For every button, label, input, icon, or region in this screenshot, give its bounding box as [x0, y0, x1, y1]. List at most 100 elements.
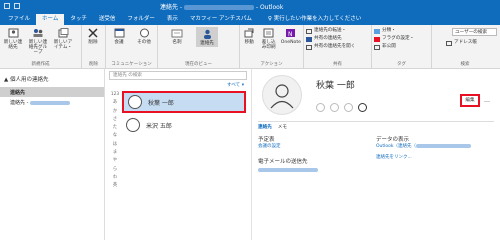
letter-item[interactable]: た	[109, 124, 121, 132]
letter-item[interactable]: か	[109, 108, 121, 116]
email-label: 電子メールの送信先	[258, 159, 308, 165]
more-options-button[interactable]: …	[484, 97, 490, 104]
private-button[interactable]: 非公開	[374, 43, 429, 51]
forward-icon	[306, 28, 312, 34]
new-contact-group-button[interactable]: 新しい連絡先グループ	[27, 27, 49, 55]
avatar	[262, 75, 302, 115]
more-comm-button[interactable]: その他	[133, 27, 155, 45]
undo-icon[interactable]	[14, 3, 20, 9]
contact-card-akiba[interactable]: 秋葉 一郎	[122, 91, 246, 113]
window-title: 連絡先 - - Outlook	[160, 4, 284, 11]
mail-merge-icon	[263, 27, 275, 38]
phone-icon[interactable]	[330, 103, 339, 112]
quick-actions	[316, 103, 367, 112]
category-icon	[374, 28, 380, 34]
letter-item[interactable]: 123	[109, 91, 121, 99]
tab-memo[interactable]: メモ	[278, 124, 287, 130]
business-card-icon	[171, 27, 183, 38]
tell-me-box[interactable]: ♀ 実行したい作業を入力してください	[268, 14, 361, 25]
letter-item[interactable]: あ	[109, 99, 121, 107]
tab-send-receive[interactable]: 送受信	[93, 14, 122, 25]
tab-contact[interactable]: 連絡先	[258, 124, 272, 130]
group-communication: 会議 その他 コミュニケーション	[106, 25, 158, 68]
tab-folder[interactable]: フォルダー	[121, 14, 161, 25]
new-items-icon	[57, 27, 69, 38]
address-book-icon	[446, 40, 452, 46]
avatar	[128, 95, 142, 109]
categorize-button[interactable]: 分類・	[374, 27, 429, 35]
letter-item[interactable]: な	[109, 132, 121, 140]
move-icon	[243, 27, 255, 38]
globe-icon	[138, 27, 150, 38]
tab-view[interactable]: 表示	[161, 14, 184, 25]
follow-up-button[interactable]: フラグの設定・	[374, 35, 429, 43]
title-bar: 連絡先 - - Outlook	[0, 0, 500, 12]
email-icon[interactable]	[358, 103, 367, 112]
view-contact-button[interactable]: 連絡先	[196, 27, 218, 47]
contact-card-icon	[7, 27, 19, 38]
open-shared-contacts-button[interactable]: 共有の連絡先を開く	[306, 43, 369, 51]
filter-all-dropdown[interactable]: すべて ▾	[227, 82, 244, 88]
people-icon	[32, 27, 44, 38]
shared-contacts-button[interactable]: 共有の連絡先	[306, 35, 369, 43]
address-book-button[interactable]: アドレス帳	[446, 39, 496, 47]
folder-contacts-2[interactable]: 連絡先 -	[0, 97, 104, 107]
detail-tabs: 連絡先 メモ	[258, 124, 287, 130]
my-contacts-header[interactable]: ▲ 個人用の連絡先	[0, 75, 104, 83]
view-source-label: データの表示	[376, 137, 410, 143]
person-icon	[201, 28, 213, 39]
video-icon[interactable]	[344, 103, 353, 112]
folder-contacts[interactable]: 連絡先	[0, 87, 104, 97]
letter-item[interactable]: さ	[109, 116, 121, 124]
email-address[interactable]	[258, 166, 318, 173]
calendar-icon	[113, 27, 125, 38]
contact-search-input[interactable]: 連絡先 の検索	[109, 71, 247, 80]
tab-home[interactable]: ホーム	[36, 14, 65, 25]
lock-icon	[374, 44, 380, 50]
new-contact-button[interactable]: 新しい連絡先	[2, 27, 24, 55]
source-folder-link[interactable]: Outlook（連絡先（	[376, 143, 472, 149]
divider	[258, 121, 494, 122]
ribbon: 新しい連絡先 新しい連絡先グループ 新しいアイテム・ 新規作成 削除 削除 会議…	[0, 25, 500, 69]
save-icon[interactable]	[4, 3, 10, 9]
meeting-button[interactable]: 会議	[108, 27, 130, 45]
group-delete: 削除 削除	[82, 25, 106, 68]
letter-item[interactable]: は	[109, 141, 121, 149]
tab-file[interactable]: ファイル	[2, 14, 36, 25]
letter-item[interactable]: ら	[109, 166, 121, 174]
schedule-meeting-link[interactable]: 会議の設定	[258, 143, 281, 149]
contact-card-yonezawa[interactable]: 米沢 五郎	[122, 114, 246, 136]
contact-list: 連絡先 の検索 すべて ▾ 123 あ か さ た な は ま や ら わ 英 …	[105, 69, 252, 240]
edit-button[interactable]: 編集	[460, 94, 480, 107]
forward-contact-button[interactable]: 連絡先の転送・	[306, 27, 369, 35]
group-new: 新しい連絡先 新しい連絡先グループ 新しいアイテム・ 新規作成	[0, 25, 82, 68]
tab-touch[interactable]: タッチ	[64, 14, 93, 25]
quick-access-toolbar	[4, 3, 20, 9]
link-contacts-link[interactable]: 連絡先をリンク...	[376, 154, 412, 160]
share-icon	[306, 36, 312, 42]
mail-merge-button[interactable]: 差し込み印刷	[260, 27, 278, 50]
onenote-button[interactable]: N OneNote	[281, 27, 301, 50]
tab-mcafee[interactable]: マカフィー アンチスパム	[184, 14, 258, 25]
open-icon	[306, 44, 312, 50]
chat-icon[interactable]	[316, 103, 325, 112]
flag-icon	[374, 36, 380, 42]
svg-text:N: N	[288, 31, 293, 38]
search-people-input[interactable]: ユーザーの検索	[452, 28, 497, 36]
letter-index: 123 あ か さ た な は ま や ら わ 英	[109, 91, 121, 191]
onenote-icon: N	[285, 27, 297, 38]
group-actions: 移動 差し込み印刷 N OneNote アクション	[240, 25, 304, 68]
delete-x-icon	[87, 27, 99, 38]
folder-pane: ▲ 個人用の連絡先 連絡先 連絡先 -	[0, 69, 105, 240]
group-current-view: 名刺 連絡先 現在のビュー	[158, 25, 240, 68]
letter-item[interactable]: わ	[109, 174, 121, 182]
delete-button[interactable]: 削除	[84, 27, 102, 45]
new-items-button[interactable]: 新しいアイテム・	[52, 27, 74, 55]
contact-name: 米沢 五郎	[146, 122, 172, 130]
letter-item[interactable]: ま	[109, 149, 121, 157]
view-business-card-button[interactable]: 名刺	[166, 27, 188, 47]
ribbon-tabs: ファイル ホーム タッチ 送受信 フォルダー 表示 マカフィー アンチスパム ♀…	[0, 12, 500, 25]
letter-item[interactable]: 英	[109, 182, 121, 190]
move-button[interactable]: 移動	[242, 27, 257, 50]
letter-item[interactable]: や	[109, 157, 121, 165]
